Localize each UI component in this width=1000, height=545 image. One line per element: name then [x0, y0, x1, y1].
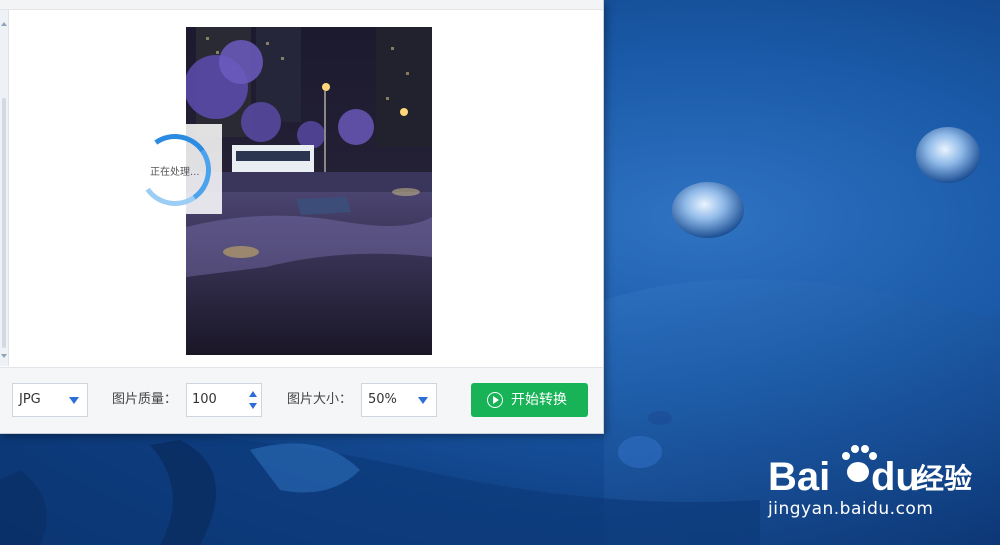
- left-scrollbar[interactable]: [0, 10, 9, 366]
- size-label: 图片大小：: [287, 392, 353, 407]
- logo-text-jingyan: 经验: [916, 462, 972, 495]
- logo-text-bai: Bai: [768, 455, 830, 496]
- converter-window: 正在处理... JPG 图片质量： 100 图片大小： 50% 开始转换: [0, 0, 604, 434]
- start-convert-label: 开始转换: [511, 392, 567, 408]
- format-select-value: JPG: [19, 392, 41, 407]
- window-title-strip: [0, 0, 603, 10]
- quality-input[interactable]: 100: [186, 383, 262, 417]
- dropdown-arrow-icon[interactable]: [418, 397, 428, 404]
- quality-value: 100: [192, 392, 217, 407]
- image-preview: [186, 27, 432, 355]
- play-circle-icon: [487, 392, 503, 408]
- increment-arrow-icon[interactable]: [249, 391, 257, 397]
- settings-toolbar: JPG 图片质量： 100 图片大小： 50% 开始转换: [0, 367, 603, 433]
- water-drop-icon: [916, 127, 980, 183]
- start-convert-button[interactable]: 开始转换: [471, 383, 588, 417]
- processing-text: 正在处理...: [150, 167, 200, 178]
- logo-text-du: du: [871, 455, 920, 496]
- dropdown-arrow-icon[interactable]: [69, 397, 79, 404]
- format-select[interactable]: JPG: [12, 383, 88, 417]
- size-select-value: 50%: [368, 392, 397, 407]
- scroll-up-icon[interactable]: [1, 22, 7, 26]
- scroll-down-icon[interactable]: [1, 354, 7, 358]
- water-drop-icon: [672, 182, 744, 238]
- quality-label: 图片质量：: [112, 392, 178, 407]
- scroll-thumb[interactable]: [2, 98, 6, 348]
- watermark-url: jingyan.baidu.com: [768, 499, 934, 519]
- size-select[interactable]: 50%: [361, 383, 437, 417]
- quality-stepper[interactable]: [245, 384, 261, 416]
- decrement-arrow-icon[interactable]: [249, 403, 257, 409]
- baidu-logo: Bai du 经验: [768, 445, 972, 496]
- baidu-jingyan-watermark: Bai du 经验 jingyan.baidu.com: [768, 440, 978, 530]
- processing-overlay: 正在处理...: [133, 124, 222, 214]
